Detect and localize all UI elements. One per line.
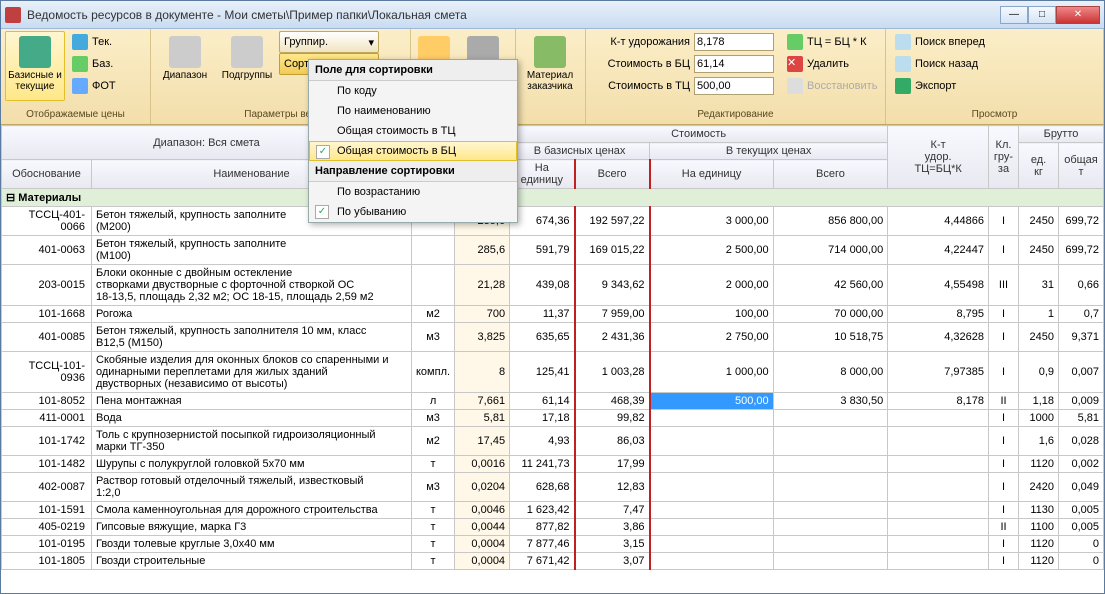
subgroups-button[interactable]: Подгруппы bbox=[217, 31, 277, 101]
sort-field-header: Поле для сортировки bbox=[309, 60, 517, 81]
table-row[interactable]: 401-0063Бетон тяжелый, крупность заполни… bbox=[2, 236, 1104, 265]
obt-header: общая т bbox=[1059, 143, 1104, 189]
table-row[interactable]: 401-0085Бетон тяжелый, крупность заполни… bbox=[2, 323, 1104, 352]
window-title: Ведомость ресурсов в документе - Мои сме… bbox=[27, 8, 1000, 22]
range-button[interactable]: Диапазон bbox=[155, 31, 215, 101]
base-current-button[interactable]: Базисные и текущие bbox=[5, 31, 65, 101]
kt-header: К-т удор. ТЦ=БЦ*К bbox=[888, 126, 989, 189]
sort-desc[interactable]: ✓По убыванию bbox=[309, 202, 517, 222]
table-row[interactable]: 101-1742Толь с крупнозернистой посыпкой … bbox=[2, 427, 1104, 456]
check-icon: ✓ bbox=[315, 205, 329, 219]
bvs-header: Всего bbox=[575, 160, 650, 189]
brutto-header: Брутто bbox=[1019, 126, 1104, 143]
class-header: Кл. гру- за bbox=[989, 126, 1019, 189]
table-row[interactable]: ТССЦ-101-0936Скобяные изделия для оконны… bbox=[2, 352, 1104, 393]
close-button[interactable]: ✕ bbox=[1056, 6, 1100, 24]
sbc-input[interactable] bbox=[694, 55, 774, 73]
stc-input[interactable] bbox=[694, 77, 774, 95]
table-row[interactable]: 411-0001Водам35,8117,1899,82I10005,81 bbox=[2, 410, 1104, 427]
table-row[interactable]: ТССЦ-401-0066Бетон тяжелый, крупность за… bbox=[2, 207, 1104, 236]
table-row[interactable]: 402-0087Раствор готовый отделочный тяжел… bbox=[2, 473, 1104, 502]
data-grid[interactable]: Диапазон: Вся смета бщее ичество Стоимос… bbox=[1, 125, 1104, 593]
sort-by-name[interactable]: По наименованию bbox=[309, 101, 517, 121]
edkg-header: ед. кг bbox=[1019, 143, 1059, 189]
sbc-label: Стоимость в БЦ bbox=[590, 58, 690, 70]
check-icon: ✓ bbox=[316, 145, 330, 159]
titlebar: Ведомость ресурсов в документе - Мои сме… bbox=[1, 1, 1104, 29]
baz-button[interactable]: Баз. bbox=[67, 53, 121, 75]
ribbon: Базисные и текущие Тек. Баз. ФОТ Отображ… bbox=[1, 29, 1104, 125]
table-row[interactable]: 101-1591Смола каменноугольная для дорожн… bbox=[2, 502, 1104, 519]
sort-by-code[interactable]: По коду bbox=[309, 81, 517, 101]
sort-dir-header: Направление сортировки bbox=[309, 161, 517, 182]
sort-by-bc[interactable]: ✓Общая стоимость в БЦ bbox=[309, 141, 517, 161]
kt-label: К-т удорожания bbox=[590, 36, 690, 48]
cost-header: Стоимость bbox=[510, 126, 888, 143]
restore-button[interactable]: Восстановить bbox=[782, 75, 882, 97]
group-label: Редактирование bbox=[590, 107, 881, 122]
customer-material-button[interactable]: Материал заказчика bbox=[520, 31, 580, 101]
cur-price-header: В текущих ценах bbox=[650, 143, 888, 160]
group-dropdown[interactable]: Группир.▾ bbox=[279, 31, 379, 53]
minimize-button[interactable]: — bbox=[1000, 6, 1028, 24]
table-row[interactable]: 101-1668Рогожам270011,377 959,00100,0070… bbox=[2, 306, 1104, 323]
export-button[interactable]: Экспорт bbox=[890, 75, 990, 97]
search-forward-button[interactable]: Поиск вперед bbox=[890, 31, 990, 53]
stc-label: Стоимость в ТЦ bbox=[590, 80, 690, 92]
sort-asc[interactable]: По возрастанию bbox=[309, 182, 517, 202]
table-row[interactable]: 101-8052Пена монтажнаял7,66161,14468,395… bbox=[2, 393, 1104, 410]
group-label: Просмотр bbox=[890, 107, 1099, 122]
group-label bbox=[520, 118, 581, 122]
table-row[interactable]: 203-0015Блоки оконные с двойным остеклен… bbox=[2, 265, 1104, 306]
table-row[interactable]: 101-0195Гвозди толевые круглые 3,0x40 мм… bbox=[2, 536, 1104, 553]
code-header: Обоснование bbox=[2, 160, 92, 189]
app-icon bbox=[5, 7, 21, 23]
fot-button[interactable]: ФОТ bbox=[67, 75, 121, 97]
sort-menu: Поле для сортировки По коду По наименова… bbox=[308, 59, 518, 223]
delete-button[interactable]: ✕Удалить bbox=[782, 53, 882, 75]
tvs-header: Всего bbox=[773, 160, 888, 189]
table-row[interactable]: 101-1805Гвозди строительныет0,00047 671,… bbox=[2, 553, 1104, 570]
search-back-button[interactable]: Поиск назад bbox=[890, 53, 990, 75]
chevron-down-icon: ▾ bbox=[368, 36, 374, 49]
bed-header: На единицу bbox=[510, 160, 575, 189]
sort-by-tc[interactable]: Общая стоимость в ТЦ bbox=[309, 121, 517, 141]
base-price-header: В базисных ценах bbox=[510, 143, 650, 160]
tek-button[interactable]: Тек. bbox=[67, 31, 121, 53]
kt-input[interactable] bbox=[694, 33, 774, 51]
table-row[interactable]: 101-1482Шурупы с полукруглой головкой 5x… bbox=[2, 456, 1104, 473]
table-row[interactable]: 405-0219Гипсовые вяжущие, марка Г3т0,004… bbox=[2, 519, 1104, 536]
group-row[interactable]: ⊟ Материалы bbox=[2, 189, 1104, 207]
group-label: Отображаемые цены bbox=[5, 107, 146, 122]
ted-header: На единицу bbox=[650, 160, 774, 189]
maximize-button[interactable]: □ bbox=[1028, 6, 1056, 24]
formula-button[interactable]: ТЦ = БЦ * К bbox=[782, 31, 882, 53]
